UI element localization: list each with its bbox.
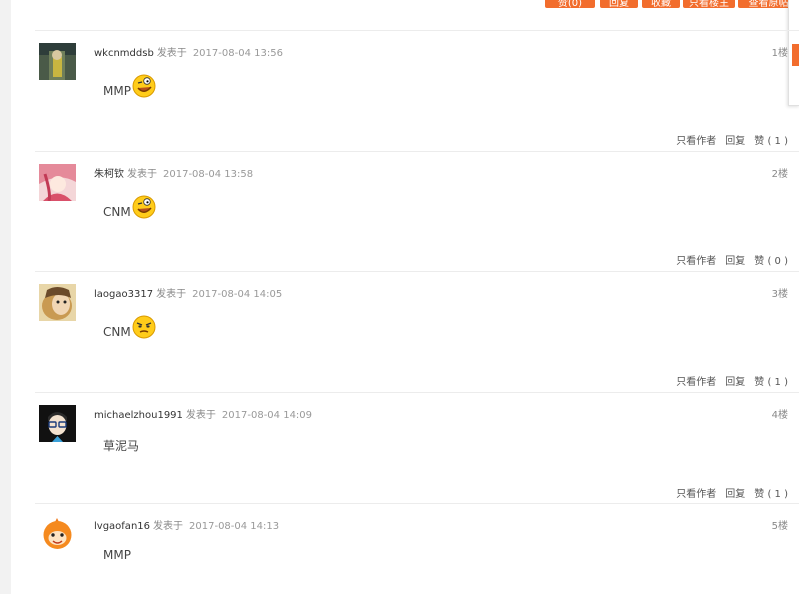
only-author-link[interactable]: 只看作者 xyxy=(676,256,716,267)
post-text: CNM xyxy=(103,205,131,219)
floor-number: 4楼 xyxy=(771,410,788,421)
floor-number: 2楼 xyxy=(771,169,788,180)
post-author[interactable]: laogao3317 xyxy=(94,289,153,300)
post-content: MMP xyxy=(103,548,131,562)
post-time: 2017-08-04 14:09 xyxy=(221,410,313,421)
avatar[interactable] xyxy=(39,516,76,553)
post-item: lvgaofan16 发表于 2017-08-04 14:13 5楼 MMP xyxy=(35,503,799,595)
posted-label: 发表于 xyxy=(156,289,187,300)
only-author-link[interactable]: 只看作者 xyxy=(676,136,716,147)
reply-link[interactable]: 回复 xyxy=(725,136,745,147)
like-link[interactable]: 赞 ( 0 ) xyxy=(754,256,788,267)
post-text: 草泥马 xyxy=(103,439,140,453)
reply-link[interactable]: 回复 xyxy=(725,377,745,388)
posted-label: 发表于 xyxy=(153,521,184,532)
laughing-face-icon xyxy=(132,74,156,101)
post-author[interactable]: michaelzhou1991 xyxy=(94,410,183,421)
posted-label: 发表于 xyxy=(156,48,187,59)
post-item: wkcnmddsb 发表于 2017-08-04 13:56 1楼 MMP 只看作者… xyxy=(35,30,799,152)
only-author-link[interactable]: 只看作者 xyxy=(676,489,716,500)
avatar[interactable] xyxy=(39,284,76,321)
post-item: laogao3317 发表于 2017-08-04 14:05 3楼 CNM 只看作… xyxy=(35,271,799,393)
left-gutter xyxy=(0,0,11,594)
only-op-button[interactable]: 只看楼主 xyxy=(683,0,735,8)
post-content: 草泥马 xyxy=(103,437,139,454)
reply-link[interactable]: 回复 xyxy=(725,256,745,267)
post-content: CNM xyxy=(103,315,156,342)
only-author-link[interactable]: 只看作者 xyxy=(676,377,716,388)
like-link[interactable]: 赞 ( 1 ) xyxy=(754,136,788,147)
laughing-face-icon xyxy=(132,195,156,222)
post-time: 2017-08-04 14:05 xyxy=(192,289,283,300)
posted-label: 发表于 xyxy=(127,169,157,180)
avatar[interactable] xyxy=(39,405,76,442)
floor-number: 3楼 xyxy=(771,289,788,300)
like-post-button[interactable]: 赞(0) xyxy=(545,0,595,8)
post-item: 朱柯钦 发表于 2017-08-04 13:58 2楼 CNM 只看作者 回复赞 ( … xyxy=(35,151,799,272)
floor-number: 5楼 xyxy=(771,521,788,532)
post-text: MMP xyxy=(103,548,131,562)
favorite-button[interactable]: 收藏 xyxy=(642,0,680,8)
posted-label: 发表于 xyxy=(185,410,216,421)
floor-number: 1楼 xyxy=(771,48,788,59)
post-text: MMP xyxy=(103,84,131,98)
avatar[interactable] xyxy=(39,43,76,80)
reply-post-button[interactable]: 回复 xyxy=(600,0,638,8)
post-time: 2017-08-04 13:56 xyxy=(192,48,283,59)
like-link[interactable]: 赞 ( 1 ) xyxy=(754,377,788,388)
post-content: MMP xyxy=(103,74,156,101)
like-link[interactable]: 赞 ( 1 ) xyxy=(754,489,788,500)
post-content: CNM xyxy=(103,195,156,222)
post-author[interactable]: wkcnmddsb xyxy=(94,48,154,59)
avatar[interactable] xyxy=(39,164,76,201)
reply-link[interactable]: 回复 xyxy=(725,489,745,500)
post-author[interactable]: lvgaofan16 xyxy=(94,521,150,532)
post-author[interactable]: 朱柯钦 xyxy=(94,169,124,180)
annoyed-face-icon xyxy=(132,315,156,342)
post-time: 2017-08-04 14:13 xyxy=(189,521,280,532)
post-text: CNM xyxy=(103,325,131,339)
post-time: 2017-08-04 13:58 xyxy=(163,169,254,180)
post-item: michaelzhou1991 发表于 2017-08-04 14:09 4楼 草泥… xyxy=(35,392,799,504)
